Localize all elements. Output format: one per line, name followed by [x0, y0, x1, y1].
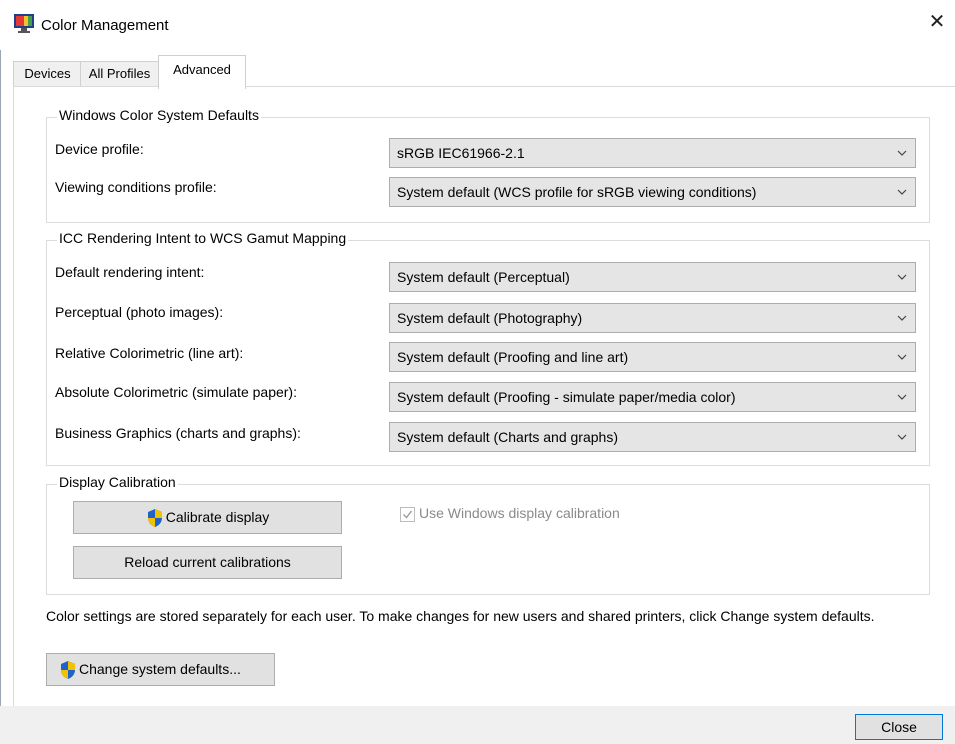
- default-intent-label: Default rendering intent:: [55, 264, 205, 280]
- tab-advanced[interactable]: Advanced: [158, 55, 246, 89]
- use-windows-calibration-checkbox[interactable]: [400, 506, 415, 522]
- wcs-defaults-legend: Windows Color System Defaults: [57, 107, 261, 123]
- gamut-mapping-legend: ICC Rendering Intent to WCS Gamut Mappin…: [57, 230, 349, 246]
- uac-shield-icon: [146, 508, 164, 528]
- uac-shield-icon: [59, 660, 77, 680]
- absolute-colorimetric-select[interactable]: System default (Proofing - simulate pape…: [389, 382, 916, 412]
- dialog-footer: [0, 706, 955, 744]
- use-windows-calibration[interactable]: Use Windows display calibration: [400, 505, 620, 522]
- perceptual-select[interactable]: System default (Photography): [389, 303, 916, 333]
- color-management-icon: [13, 12, 35, 34]
- chevron-down-icon: [897, 354, 907, 360]
- absolute-colorimetric-label: Absolute Colorimetric (simulate paper):: [55, 384, 297, 400]
- close-icon[interactable]: ✕: [919, 4, 955, 42]
- change-system-defaults-label: Change system defaults...: [79, 661, 241, 677]
- chevron-down-icon: [897, 274, 907, 280]
- default-intent-value: System default (Perceptual): [397, 269, 570, 285]
- wcs-defaults-group: Windows Color System Defaults: [46, 107, 930, 223]
- viewing-conditions-value: System default (WCS profile for sRGB vie…: [397, 184, 757, 200]
- business-graphics-select[interactable]: System default (Charts and graphs): [389, 422, 916, 452]
- viewing-conditions-label: Viewing conditions profile:: [55, 179, 217, 195]
- perceptual-value: System default (Photography): [397, 310, 583, 326]
- device-profile-select[interactable]: sRGB IEC61966-2.1: [389, 138, 916, 168]
- title-bar: Color Management ✕: [0, 0, 955, 50]
- display-calibration-legend: Display Calibration: [57, 474, 178, 490]
- calibrate-display-button[interactable]: Calibrate display: [73, 501, 342, 534]
- chevron-down-icon: [897, 434, 907, 440]
- chevron-down-icon: [897, 150, 907, 156]
- viewing-conditions-select[interactable]: System default (WCS profile for sRGB vie…: [389, 177, 916, 207]
- settings-note: Color settings are stored separately for…: [46, 608, 875, 624]
- absolute-colorimetric-value: System default (Proofing - simulate pape…: [397, 389, 736, 405]
- device-profile-value: sRGB IEC61966-2.1: [397, 145, 525, 161]
- use-windows-calibration-label: Use Windows display calibration: [419, 505, 620, 521]
- chevron-down-icon: [897, 189, 907, 195]
- close-button[interactable]: Close: [855, 714, 943, 740]
- chevron-down-icon: [897, 315, 907, 321]
- chevron-down-icon: [897, 394, 907, 400]
- change-system-defaults-button[interactable]: Change system defaults...: [46, 653, 275, 686]
- tab-all-profiles[interactable]: All Profiles: [80, 61, 159, 87]
- relative-colorimetric-select[interactable]: System default (Proofing and line art): [389, 342, 916, 372]
- default-intent-select[interactable]: System default (Perceptual): [389, 262, 916, 292]
- perceptual-label: Perceptual (photo images):: [55, 304, 224, 320]
- reload-calibrations-button[interactable]: Reload current calibrations: [73, 546, 342, 579]
- relative-colorimetric-label: Relative Colorimetric (line art):: [55, 345, 244, 361]
- device-profile-label: Device profile:: [55, 141, 144, 157]
- relative-colorimetric-value: System default (Proofing and line art): [397, 349, 629, 365]
- business-graphics-label: Business Graphics (charts and graphs):: [55, 425, 301, 441]
- window-title: Color Management: [41, 17, 169, 34]
- window-border: [0, 50, 1, 744]
- tab-devices[interactable]: Devices: [13, 61, 82, 87]
- checkmark-icon: [403, 510, 413, 519]
- business-graphics-value: System default (Charts and graphs): [397, 429, 618, 445]
- calibrate-display-label: Calibrate display: [165, 509, 270, 525]
